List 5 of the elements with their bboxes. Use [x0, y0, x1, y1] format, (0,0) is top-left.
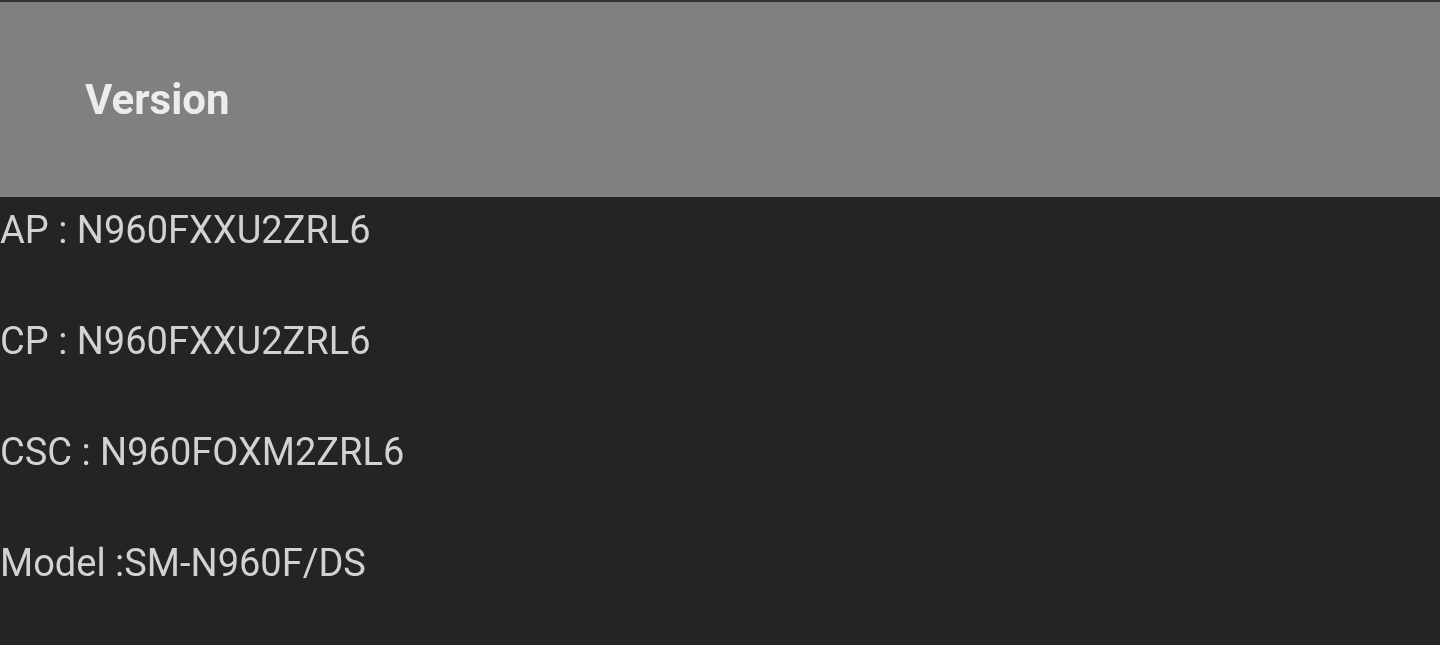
- version-info-text: AP : N960FXXU2ZRL6: [0, 207, 371, 253]
- version-info-text: Model :SM-N960F/DS: [0, 540, 366, 586]
- version-info-text: CP : N960FXXU2ZRL6: [0, 318, 371, 364]
- version-info-text: CSC : N960FOXM2ZRL6: [0, 429, 405, 475]
- header-title: Version: [85, 75, 230, 124]
